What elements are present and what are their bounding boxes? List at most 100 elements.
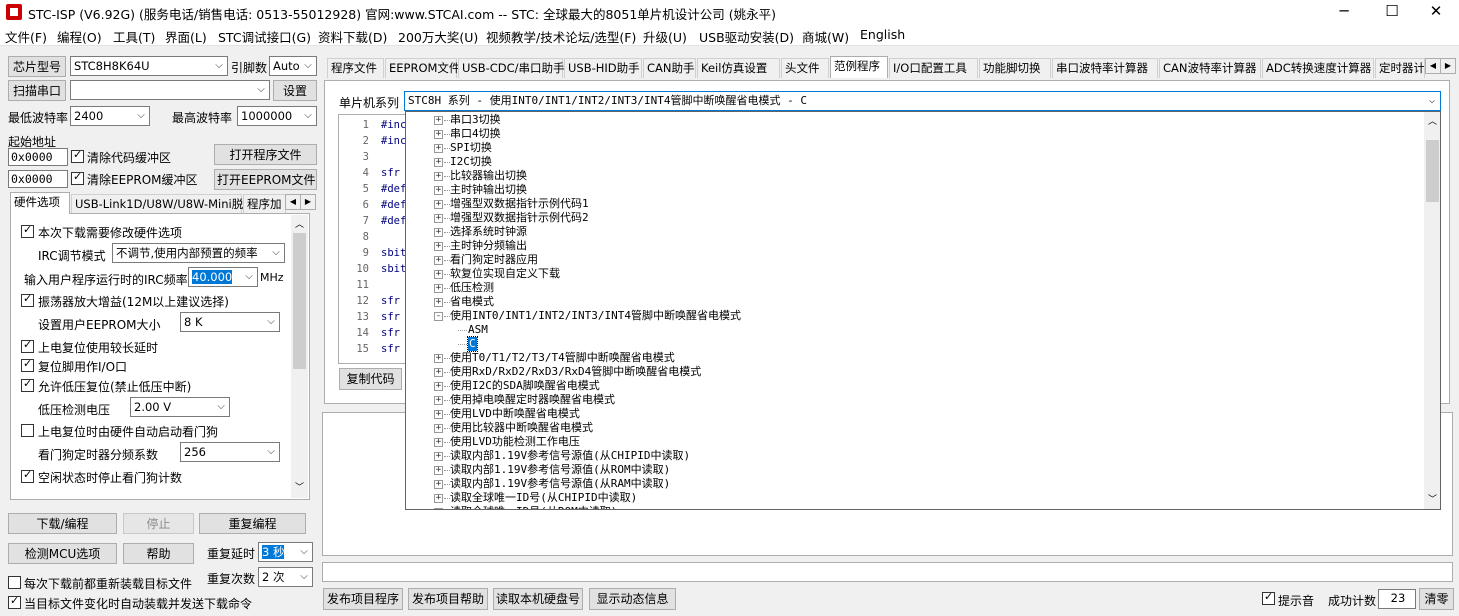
tree-expand-icon[interactable]: + xyxy=(434,186,443,195)
tab-scroll-left-icon[interactable]: ◀ xyxy=(1425,58,1441,74)
tab-usb-hid[interactable]: USB-HID助手 xyxy=(564,58,642,78)
tab-adc-speed-calc[interactable]: ADC转换速度计算器 xyxy=(1262,58,1374,78)
tab-hardware-options[interactable]: 硬件选项 xyxy=(10,192,70,214)
scrollbar-thumb[interactable] xyxy=(293,233,306,369)
menu-english[interactable]: English xyxy=(860,27,905,42)
tree-expand-icon[interactable]: + xyxy=(434,200,443,209)
scroll-up-icon[interactable]: ︿ xyxy=(1428,114,1437,127)
tab-example-programs[interactable]: 范例程序 xyxy=(830,56,888,78)
menu-file[interactable]: 文件(F) xyxy=(5,27,47,46)
tree-expand-icon[interactable]: + xyxy=(434,158,443,167)
scroll-down-icon[interactable]: ﹀ xyxy=(295,480,304,493)
download-program-button[interactable]: 下载/编程 xyxy=(8,513,117,534)
tab-program-file[interactable]: 程序文件 xyxy=(327,58,384,78)
clear-code-checkbox[interactable] xyxy=(71,148,84,163)
port-select[interactable]: ⌵ xyxy=(70,80,270,100)
menu-usb-driver[interactable]: USB驱动安装(D) xyxy=(699,27,794,46)
read-disk-id-button[interactable]: 读取本机硬盘号 xyxy=(493,588,583,610)
menu-interface[interactable]: 界面(L) xyxy=(165,27,207,46)
tab-io-config[interactable]: I/O口配置工具 xyxy=(889,58,978,78)
maximize-button[interactable]: ☐ xyxy=(1369,0,1415,24)
tree-item[interactable]: + 使用RxD/RxD2/RxD3/RxD4管脚中断唤醒省电模式 xyxy=(406,365,1416,379)
tree-item[interactable]: + 选择系统时钟源 xyxy=(406,225,1416,239)
tree-expand-icon[interactable]: + xyxy=(434,172,443,181)
irc-freq-select[interactable]: 40.000 ⌵ xyxy=(188,267,258,287)
watchdog-auto-checkbox[interactable] xyxy=(21,424,34,437)
scroll-up-icon[interactable]: ︿ xyxy=(295,217,304,230)
tree-item[interactable]: + SPI切换 xyxy=(406,141,1416,155)
clear-count-button[interactable]: 清零 xyxy=(1419,588,1454,610)
tree-expand-icon[interactable]: + xyxy=(434,144,443,153)
tree-item[interactable]: C xyxy=(406,336,1416,352)
close-button[interactable]: ✕ xyxy=(1413,0,1459,24)
tree-expand-icon[interactable]: + xyxy=(434,480,443,489)
tab-can-assistant[interactable]: CAN助手 xyxy=(643,58,696,78)
menu-debug[interactable]: STC调试接口(G) xyxy=(218,27,311,46)
tab-scroll-left-icon[interactable]: ◀ xyxy=(285,194,301,210)
tree-expand-icon[interactable]: + xyxy=(434,438,443,447)
osc-gain-checkbox[interactable] xyxy=(21,292,34,307)
tree-item[interactable]: + 读取内部1.19V参考信号源值(从ROM中读取) xyxy=(406,463,1416,477)
tree-item[interactable]: + 软复位实现自定义下载 xyxy=(406,267,1416,281)
min-baud-select[interactable]: 2400 ⌵ xyxy=(70,106,150,126)
tree-expand-icon[interactable]: + xyxy=(434,368,443,377)
tree-item[interactable]: + 使用LVD中断唤醒省电模式 xyxy=(406,407,1416,421)
tree-expand-icon[interactable]: + xyxy=(434,396,443,405)
tab-keil-sim[interactable]: Keil仿真设置 xyxy=(697,58,780,78)
tree-expand-icon[interactable]: + xyxy=(434,270,443,279)
tree-item[interactable]: + 使用LVD功能检测工作电压 xyxy=(406,435,1416,449)
auto-load-checkbox[interactable] xyxy=(8,594,21,609)
tree-item[interactable]: + 低压检测 xyxy=(406,281,1416,295)
menu-prize[interactable]: 200万大奖(U) xyxy=(398,27,478,46)
tree-expand-icon[interactable]: + xyxy=(434,228,443,237)
reset-io-checkbox[interactable] xyxy=(21,357,34,372)
tree-scrollbar[interactable]: ︿ ﹀ xyxy=(1424,112,1440,509)
open-program-file-button[interactable]: 打开程序文件 xyxy=(214,144,317,165)
modify-hw-checkbox[interactable] xyxy=(21,223,34,238)
open-eeprom-file-button[interactable]: 打开EEPROM文件 xyxy=(214,169,317,190)
tree-expand-icon[interactable]: + xyxy=(434,508,443,509)
code-editor[interactable]: 1 #inc 2 #inc 3 4 sfr 5 #def 6 #def 7 #def 8 9… xyxy=(338,114,406,364)
tree-item[interactable]: + 读取全球唯一ID号(从CHIPID中读取) xyxy=(406,491,1416,505)
code-start-address-input[interactable]: 0x0000 xyxy=(8,148,68,166)
tree-expand-icon[interactable]: + xyxy=(434,424,443,433)
menu-mall[interactable]: 商城(W) xyxy=(802,27,849,46)
tree-item[interactable]: + 读取内部1.19V参考信号源值(从CHIPID中读取) xyxy=(406,449,1416,463)
tree-expand-icon[interactable]: + xyxy=(434,284,443,293)
menu-program[interactable]: 编程(O) xyxy=(57,27,102,46)
reprogram-button[interactable]: 重复编程 xyxy=(199,513,306,534)
long-delay-checkbox[interactable] xyxy=(21,338,34,353)
settings-button[interactable]: 设置 xyxy=(273,80,317,101)
tree-item[interactable]: + 主时钟分频输出 xyxy=(406,239,1416,253)
stop-button[interactable]: 停止 xyxy=(123,513,194,534)
scrollbar-thumb[interactable] xyxy=(1426,140,1439,202)
tree-expand-icon[interactable]: + xyxy=(434,466,443,475)
tree-expand-icon[interactable]: + xyxy=(434,354,443,363)
tree-expand-icon[interactable]: + xyxy=(434,452,443,461)
tab-timer-calc[interactable]: 定时器计 xyxy=(1375,58,1425,78)
tree-expand-icon[interactable]: + xyxy=(434,130,443,139)
tree-item[interactable]: + 看门狗定时器应用 xyxy=(406,253,1416,267)
reload-each-checkbox[interactable] xyxy=(8,576,21,589)
tab-scroll-right-icon[interactable]: ▶ xyxy=(1440,58,1456,74)
chip-model-select[interactable]: STC8H8K64U ⌵ xyxy=(70,56,228,76)
publish-help-button[interactable]: 发布项目帮助 xyxy=(408,588,488,610)
tab-usb-link[interactable]: USB-Link1D/U8W/U8W-Mini脱机 xyxy=(71,194,255,214)
irc-mode-select[interactable]: 不调节,使用内部预置的频率 ⌵ xyxy=(112,243,285,263)
chip-model-button[interactable]: 芯片型号 xyxy=(8,56,66,77)
scroll-down-icon[interactable]: ﹀ xyxy=(1428,492,1437,505)
tree-item[interactable]: + 主时钟输出切换 xyxy=(406,183,1416,197)
tree-item[interactable]: + 串口4切换 xyxy=(406,127,1416,141)
tree-expand-icon[interactable]: + xyxy=(434,410,443,419)
tree-item[interactable]: ASM xyxy=(406,323,1416,337)
help-button[interactable]: 帮助 xyxy=(123,543,194,564)
publish-program-button[interactable]: 发布项目程序 xyxy=(323,588,403,610)
detect-mcu-button[interactable]: 检测MCU选项 xyxy=(8,543,117,564)
copy-code-button[interactable]: 复制代码 xyxy=(339,368,402,390)
minimize-button[interactable]: ─ xyxy=(1321,0,1367,24)
tree-item[interactable]: + 比较器输出切换 xyxy=(406,169,1416,183)
tree-expand-icon[interactable]: + xyxy=(434,242,443,251)
tree-item[interactable]: + I2C切换 xyxy=(406,155,1416,169)
eeprom-start-address-input[interactable]: 0x0000 xyxy=(8,170,68,188)
tree-item[interactable]: - 使用INT0/INT1/INT2/INT3/INT4管脚中断唤醒省电模式 xyxy=(406,309,1416,323)
